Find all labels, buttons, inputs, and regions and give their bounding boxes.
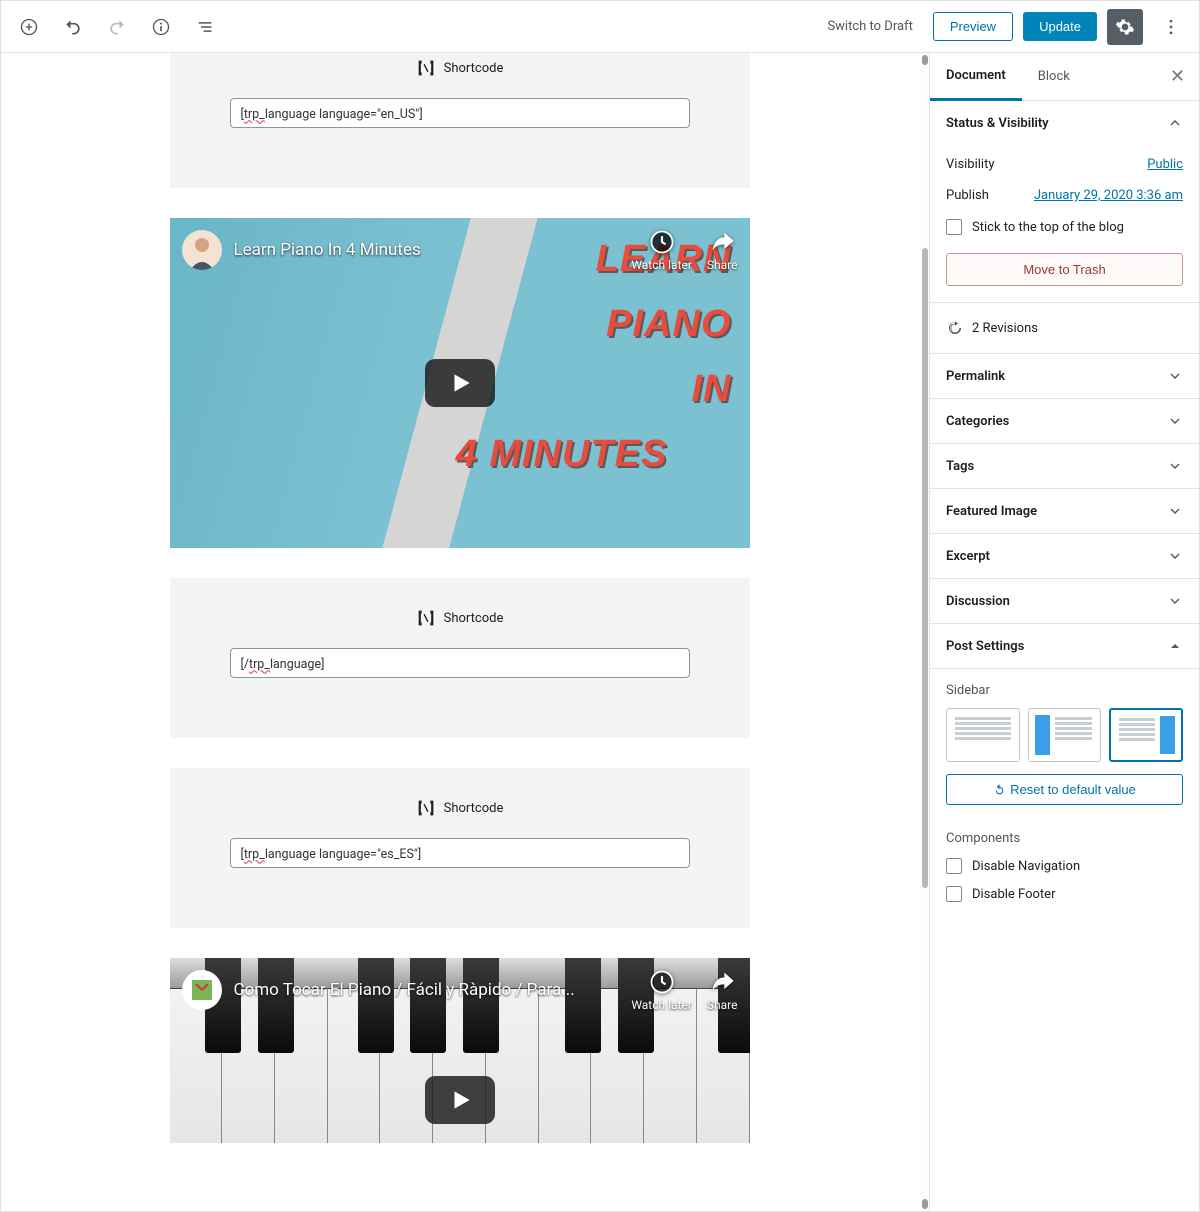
canvas-scrollbar[interactable] xyxy=(918,53,929,1211)
shortcode-input[interactable]: [trp_language language="es_ES"] xyxy=(230,838,690,868)
shortcode-icon xyxy=(416,608,436,628)
reset-icon xyxy=(993,783,1006,796)
gear-icon xyxy=(1115,17,1135,37)
add-block-button[interactable] xyxy=(11,9,47,45)
share-icon xyxy=(708,968,736,996)
publish-label: Publish xyxy=(946,188,989,203)
preview-button[interactable]: Preview xyxy=(933,12,1013,41)
disable-footer-checkbox[interactable] xyxy=(946,886,962,902)
switch-to-draft-button[interactable]: Switch to Draft xyxy=(817,13,922,40)
redo-button[interactable] xyxy=(99,9,135,45)
video-embed-block[interactable]: LEARN PIANO IN 4 MINUTES Learn Piano In … xyxy=(170,218,750,548)
tab-block[interactable]: Block xyxy=(1022,54,1086,99)
shortcode-block[interactable]: Shortcode [trp_language language="es_ES"… xyxy=(170,768,750,928)
chevron-down-icon xyxy=(1167,548,1183,564)
shortcode-block[interactable]: Shortcode [trp_language language="en_US"… xyxy=(170,53,750,188)
settings-sidebar: Document Block ✕ Status & Visibility Vis… xyxy=(929,53,1199,1211)
shortcode-block[interactable]: Shortcode [/trp_language] xyxy=(170,578,750,738)
share-button[interactable]: Share xyxy=(707,228,738,272)
shortcode-label: Shortcode xyxy=(444,611,504,626)
publish-date[interactable]: January 29, 2020 3:36 am xyxy=(1034,188,1183,203)
update-button[interactable]: Update xyxy=(1023,12,1097,41)
thumbnail-text: 4 MINUTES xyxy=(392,433,732,477)
share-icon xyxy=(708,228,736,256)
panel-tags[interactable]: Tags xyxy=(930,444,1199,488)
panel-post-settings[interactable]: Post Settings xyxy=(930,624,1199,668)
components-heading: Components xyxy=(930,821,1199,852)
panel-discussion[interactable]: Discussion xyxy=(930,579,1199,623)
info-button[interactable] xyxy=(143,9,179,45)
outline-icon xyxy=(195,17,215,37)
stick-label: Stick to the top of the blog xyxy=(972,220,1124,235)
layout-option-right[interactable] xyxy=(1109,708,1183,762)
chevron-up-icon xyxy=(1167,638,1183,654)
chevron-down-icon xyxy=(1167,503,1183,519)
close-sidebar-button[interactable]: ✕ xyxy=(1156,54,1199,99)
panel-permalink[interactable]: Permalink xyxy=(930,354,1199,398)
watch-later-button[interactable]: Watch later xyxy=(631,228,692,272)
settings-toggle-button[interactable] xyxy=(1107,9,1143,45)
plus-circle-icon xyxy=(19,17,39,37)
shortcode-icon xyxy=(416,58,436,78)
undo-icon xyxy=(63,17,83,37)
panel-excerpt[interactable]: Excerpt xyxy=(930,534,1199,578)
video-embed-block[interactable]: Como Tocar El Piano / Fácil y Ràpido / P… xyxy=(170,958,750,1143)
close-icon: ✕ xyxy=(1170,66,1185,87)
chevron-down-icon xyxy=(1167,413,1183,429)
chevron-down-icon xyxy=(1167,458,1183,474)
move-to-trash-button[interactable]: Move to Trash xyxy=(946,253,1183,286)
chevron-down-icon xyxy=(1167,368,1183,384)
visibility-label: Visibility xyxy=(946,157,995,172)
panel-categories[interactable]: Categories xyxy=(930,399,1199,443)
sidebar-layout-heading: Sidebar xyxy=(930,669,1199,708)
outline-button[interactable] xyxy=(187,9,223,45)
thumbnail-text: IN xyxy=(692,368,732,412)
editor-canvas[interactable]: Shortcode [trp_language language="en_US"… xyxy=(1,53,918,1211)
info-icon xyxy=(151,17,171,37)
disable-footer-label: Disable Footer xyxy=(972,887,1055,902)
channel-avatar[interactable] xyxy=(182,230,222,270)
play-button[interactable] xyxy=(425,359,495,407)
video-title: Learn Piano In 4 Minutes xyxy=(234,240,421,260)
more-options-button[interactable] xyxy=(1153,9,1189,45)
tab-document[interactable]: Document xyxy=(930,53,1022,101)
play-button[interactable] xyxy=(425,1076,495,1124)
dots-vertical-icon xyxy=(1161,17,1181,37)
undo-button[interactable] xyxy=(55,9,91,45)
panel-status-visibility[interactable]: Status & Visibility xyxy=(930,101,1199,145)
clock-icon xyxy=(648,968,676,996)
shortcode-input[interactable]: [/trp_language] xyxy=(230,648,690,678)
chevron-up-icon xyxy=(1167,115,1183,131)
play-icon xyxy=(448,370,474,396)
redo-icon xyxy=(107,17,127,37)
shortcode-label: Shortcode xyxy=(444,61,504,76)
share-button[interactable]: Share xyxy=(707,968,738,1012)
panel-featured-image[interactable]: Featured Image xyxy=(930,489,1199,533)
shortcode-icon xyxy=(416,798,436,818)
disable-navigation-label: Disable Navigation xyxy=(972,859,1080,874)
revisions-button[interactable]: 2 Revisions xyxy=(930,303,1199,354)
top-toolbar: Switch to Draft Preview Update xyxy=(1,1,1199,53)
visibility-value[interactable]: Public xyxy=(1147,157,1183,172)
video-title: Como Tocar El Piano / Fácil y Ràpido / P… xyxy=(234,980,575,1000)
layout-option-none[interactable] xyxy=(946,708,1020,762)
channel-avatar[interactable] xyxy=(182,970,222,1010)
clock-icon xyxy=(648,228,676,256)
watch-later-button[interactable]: Watch later xyxy=(631,968,692,1012)
history-icon xyxy=(946,319,964,337)
chevron-down-icon xyxy=(1167,593,1183,609)
shortcode-input[interactable]: [trp_language language="en_US"] xyxy=(230,98,690,128)
play-icon xyxy=(448,1087,474,1113)
layout-option-left[interactable] xyxy=(1028,708,1102,762)
reset-default-button[interactable]: Reset to default value xyxy=(946,774,1183,805)
thumbnail-text: PIANO xyxy=(606,303,731,347)
shortcode-label: Shortcode xyxy=(444,801,504,816)
disable-navigation-checkbox[interactable] xyxy=(946,858,962,874)
stick-checkbox[interactable] xyxy=(946,219,962,235)
